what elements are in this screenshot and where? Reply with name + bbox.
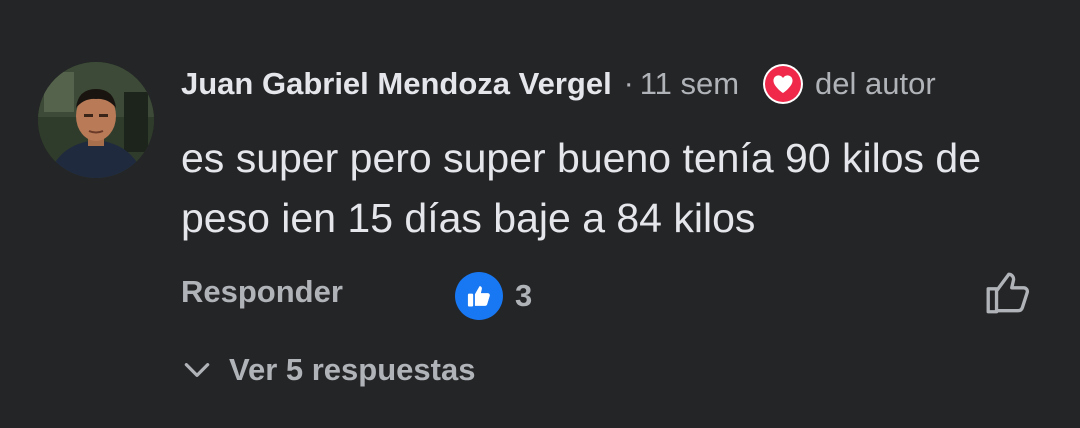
author-heart-badge: [763, 64, 804, 104]
reply-button[interactable]: Responder: [181, 274, 343, 310]
view-replies-button[interactable]: Ver 5 respuestas: [181, 348, 475, 392]
comment: Juan Gabriel Mendoza Vergel · 11 sem del…: [0, 0, 1080, 428]
view-replies-label: Ver 5 respuestas: [229, 352, 476, 387]
separator-dot: ·: [623, 67, 634, 100]
author-name[interactable]: Juan Gabriel Mendoza Vergel: [181, 66, 612, 102]
author-badge-label: del autor: [815, 66, 936, 101]
like-button[interactable]: [983, 268, 1033, 318]
heart-icon: [765, 66, 802, 102]
comment-body: es super pero super bueno tenía 90 kilos…: [181, 135, 982, 241]
thumbs-up-icon: [455, 272, 503, 320]
reaction-count: 3: [515, 278, 533, 313]
thumbs-up-outline-icon: [986, 272, 1030, 314]
profile-photo: [38, 62, 154, 178]
chevron-down-icon: [184, 363, 210, 377]
comment-header: Juan Gabriel Mendoza Vergel · 11 sem del…: [181, 62, 936, 106]
comment-actions: Responder 3: [181, 268, 1041, 324]
timestamp[interactable]: 11 sem: [640, 66, 739, 102]
avatar[interactable]: [38, 62, 154, 178]
reaction-summary[interactable]: 3: [455, 272, 532, 320]
